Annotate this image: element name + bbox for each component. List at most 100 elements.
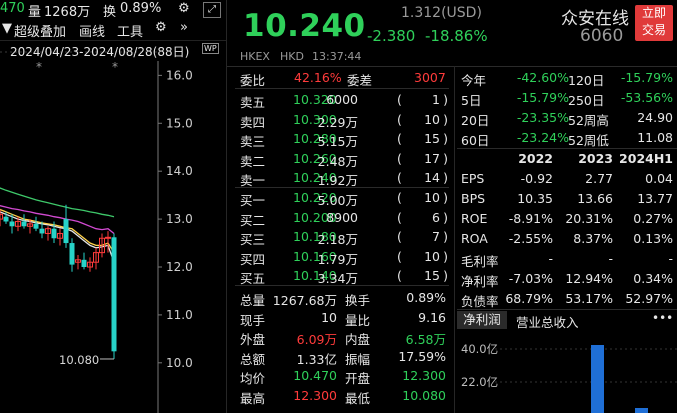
low-price-label: 10.080 — [59, 353, 99, 367]
stats-row: 均价 10.470 开盘 12.300 — [240, 366, 452, 386]
settings-icon[interactable]: ⚙ — [155, 20, 167, 35]
code-fragment: 470 — [0, 1, 25, 16]
profit-bar — [635, 408, 648, 413]
candle-body — [33, 223, 39, 229]
collapse-icon[interactable]: » — [180, 20, 188, 35]
tools-button[interactable]: 工具 — [117, 21, 143, 40]
overlay-button[interactable]: 超级叠加 — [14, 21, 66, 40]
candle-body — [105, 236, 111, 239]
bid-row: 买二 10.200 8900(6) — [238, 208, 448, 228]
level-count: 10 — [424, 190, 440, 205]
fundamentals-row: 负债率 68.79% 53.17% 52.97% — [461, 289, 677, 309]
paren-open: ( — [397, 111, 402, 127]
expand-icon[interactable]: ⤢ — [203, 2, 221, 18]
year-2023: 2023 — [578, 151, 613, 166]
moving-average-line — [0, 187, 115, 218]
trade-button-line1: 立即 — [641, 6, 666, 20]
trade-button-line2: 交易 — [641, 23, 666, 37]
last-price: 10.240 — [243, 8, 366, 44]
gear-icon[interactable]: ⚙ — [178, 1, 190, 16]
fund-value: 2.77 — [585, 171, 613, 186]
paren-open: ( — [397, 170, 402, 186]
perf-label: 120日 — [568, 73, 605, 88]
level-volume: 2.29万 — [317, 114, 358, 130]
ask-row: 卖四 10.300 2.29万(10) — [238, 110, 448, 130]
perf-value: -15.79% — [516, 90, 569, 105]
fund-value: 0.13% — [633, 231, 673, 246]
ask-row: 卖三 10.280 5.15万(15) — [238, 129, 448, 149]
stat-label: 均价 — [240, 371, 266, 386]
paren-open: ( — [397, 229, 402, 245]
stats-row: 外盘 6.09万 内盘 6.58万 — [240, 327, 452, 347]
stat-label: 开盘 — [345, 371, 371, 386]
fund-value: - — [668, 251, 673, 266]
moving-average-line — [0, 208, 115, 253]
perf-label: 5日 — [461, 93, 482, 108]
more-icon[interactable]: ••• — [652, 311, 673, 325]
turnover-value: 0.89% — [120, 1, 162, 16]
exchange-label: HKEX — [240, 50, 270, 63]
level-label: 卖五 — [240, 95, 266, 110]
stat-label: 换手 — [345, 293, 371, 308]
usd-price: 1.312(USD) — [401, 5, 482, 21]
paren-open: ( — [397, 268, 402, 284]
paren-open: ( — [397, 150, 402, 166]
fundamentals-row: ROA -2.55% 8.37% 0.13% — [461, 229, 677, 249]
fund-value: 53.17% — [565, 291, 613, 306]
fund-label: 净利率 — [461, 274, 499, 289]
stat-value: 17.59% — [398, 348, 446, 364]
fund-value: 13.77 — [637, 191, 673, 206]
performance-row: 20日 -23.35% 52周高 24.90 — [461, 108, 677, 128]
diff-value: 3007 — [414, 70, 446, 85]
paren-close: ) — [443, 190, 448, 205]
bid-row: 买四 10.160 1.79万(10) — [238, 247, 448, 267]
fundamentals-header: 2022 2023 2024H1 — [461, 149, 677, 169]
trade-now-button[interactable]: 立即 交易 — [635, 5, 673, 41]
tab-net-profit[interactable]: 净利润 — [457, 311, 507, 329]
level-count: 10 — [424, 111, 440, 127]
y-tick-label: 40.0亿 — [461, 342, 498, 356]
perf-label: 250日 — [568, 93, 605, 108]
paren-open: ( — [397, 131, 402, 147]
paren-open: ( — [397, 209, 402, 225]
performance-row: 5日 -15.79% 250日 -53.56% — [461, 88, 677, 108]
diff-label: 委差 — [347, 73, 373, 88]
stat-label: 总额 — [240, 351, 266, 367]
paren-close: ) — [443, 111, 448, 127]
level-count: 14 — [424, 170, 440, 186]
candle-body — [69, 243, 75, 265]
performance-row: 今年 -42.60% 120日 -15.79% — [461, 68, 677, 88]
fund-value: 52.97% — [625, 291, 673, 306]
turnover-label: 换 — [103, 5, 117, 20]
candle-body — [81, 259, 87, 267]
bid-row: 买五 10.140 3.34万(15) — [238, 266, 448, 286]
ratio-label: 委比 — [240, 73, 266, 88]
level-label: 买四 — [240, 251, 266, 267]
ratio-value: 42.16% — [294, 70, 342, 85]
perf-label: 60日 — [461, 133, 490, 148]
fund-value: -8.91% — [508, 211, 553, 226]
fund-label: ROA — [461, 231, 488, 246]
wp-badge: WP — [202, 43, 219, 54]
ask-row: 卖二 10.260 2.48万(17) — [238, 149, 448, 169]
level-count: 7 — [432, 229, 440, 245]
tab-revenue[interactable]: 营业总收入 — [516, 312, 579, 331]
metric-tabs: 净利润 营业总收入 ••• — [457, 309, 677, 330]
level-volume: 5.00万 — [317, 193, 358, 208]
y-tick-label: 22.0亿 — [461, 375, 498, 389]
fundamentals-row: 毛利率 - - - — [461, 249, 677, 269]
order-ratio-row: 委比 42.16% 委差 3007 — [238, 68, 448, 88]
level-volume: 2.18万 — [317, 232, 358, 248]
ask-row: 卖五 10.320 6000(1) — [238, 90, 448, 110]
draw-button[interactable]: 画线 — [79, 21, 105, 40]
chart-marker-1: * — [36, 60, 42, 74]
level-volume: 8900 — [326, 209, 358, 225]
candle-body — [111, 237, 117, 352]
stat-value: 6.09万 — [296, 332, 337, 347]
stat-label: 现手 — [240, 312, 266, 328]
kline-chart-pane[interactable]: 16.0 15.0 14.0 13.0 12.0 11.0 10.0 10.080 470 量… — [0, 0, 226, 413]
stats-row: 最高 12.300 最低 10.080 — [240, 386, 452, 406]
fundamentals-row: BPS 10.35 13.66 13.77 — [461, 189, 677, 209]
paren-close: ) — [443, 170, 448, 186]
volume-value: 1268万 — [44, 5, 91, 20]
